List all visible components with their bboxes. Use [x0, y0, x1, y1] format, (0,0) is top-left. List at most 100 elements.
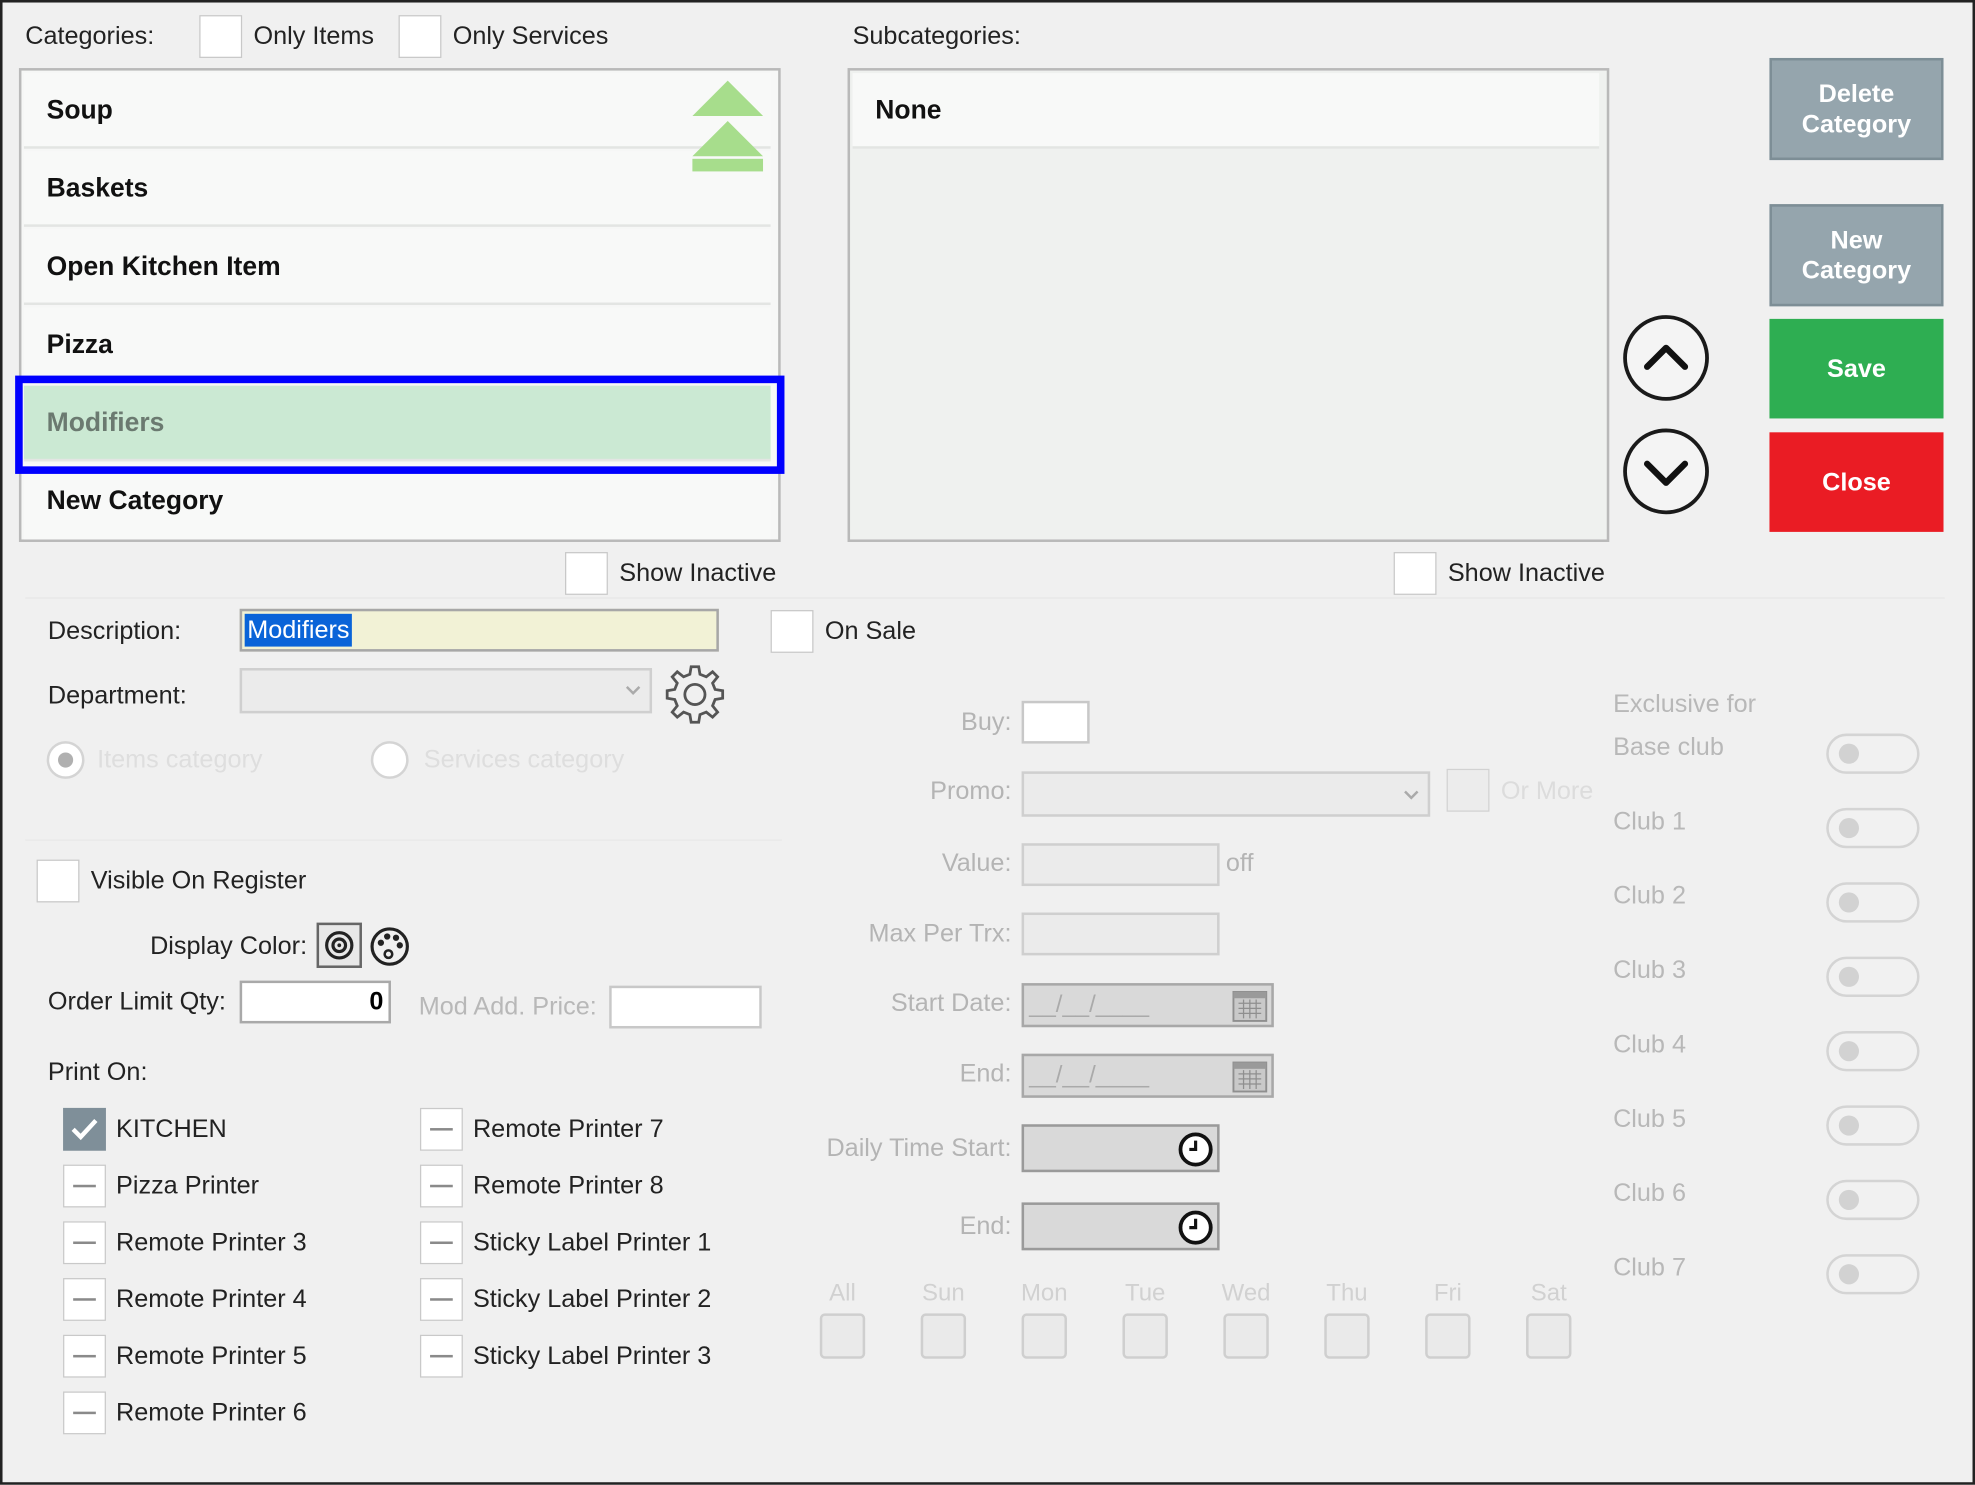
- club-toggle[interactable]: [1826, 956, 1920, 997]
- description-input[interactable]: Modifiers: [239, 608, 719, 652]
- end-date-label: End:: [959, 1059, 1012, 1088]
- buy-label: Buy:: [960, 708, 1012, 737]
- start-date-value: __/__/____: [1029, 991, 1150, 1019]
- subcategories-list[interactable]: None: [847, 68, 1610, 542]
- day-checkbox[interactable]: [819, 1313, 866, 1359]
- subcategory-row[interactable]: None: [852, 73, 1600, 149]
- delete-category-button[interactable]: Delete Category: [1769, 57, 1944, 161]
- mod-add-price-label: Mod Add. Price:: [418, 993, 597, 1021]
- start-date-input[interactable]: __/__/____: [1021, 983, 1274, 1028]
- printer-checkbox[interactable]: [419, 1107, 463, 1151]
- daily-time-start-input[interactable]: [1021, 1124, 1220, 1173]
- color-swatch[interactable]: [316, 922, 362, 968]
- category-name: Pizza: [46, 330, 113, 360]
- kitchen-checkbox[interactable]: [63, 1107, 106, 1151]
- club-label: Club 7: [1613, 1254, 1686, 1282]
- category-row[interactable]: Pizza: [23, 307, 771, 384]
- printer-label: Sticky Label Printer 2: [472, 1285, 712, 1314]
- club-label: Club 3: [1613, 956, 1686, 985]
- printer-checkbox[interactable]: [63, 1278, 106, 1321]
- day-checkbox[interactable]: [1223, 1313, 1269, 1359]
- printer-checkbox[interactable]: [419, 1221, 463, 1265]
- printer-checkbox[interactable]: [63, 1221, 106, 1265]
- only-services-checkbox[interactable]: [398, 15, 442, 58]
- printer-checkbox[interactable]: [419, 1334, 463, 1378]
- category-row[interactable]: Open Kitchen Item: [23, 229, 771, 306]
- services-category-radio[interactable]: [370, 741, 409, 779]
- category-row[interactable]: New Category: [23, 463, 771, 540]
- day-checkbox[interactable]: [1425, 1313, 1471, 1359]
- daily-time-end-input[interactable]: [1021, 1202, 1220, 1251]
- category-name: Soup: [46, 95, 113, 125]
- club-label: Club 4: [1613, 1031, 1686, 1059]
- on-sale-checkbox[interactable]: [770, 610, 814, 653]
- new-category-label: New Category: [1801, 226, 1912, 285]
- daily-time-start-label: Daily Time Start:: [826, 1134, 1012, 1163]
- only-items-checkbox[interactable]: [199, 15, 243, 58]
- category-row[interactable]: Baskets: [23, 151, 771, 227]
- items-category-label: Items category: [97, 746, 263, 774]
- max-per-trx-input[interactable]: [1021, 912, 1220, 956]
- department-select[interactable]: [239, 668, 653, 714]
- print-on-label: Print On:: [47, 1058, 148, 1087]
- day-label: Wed: [1221, 1280, 1271, 1308]
- printer-checkbox[interactable]: [63, 1391, 106, 1435]
- save-button[interactable]: Save: [1769, 318, 1944, 419]
- show-inactive-label: Show Inactive: [619, 559, 777, 588]
- club-toggle[interactable]: [1826, 882, 1920, 923]
- club-label: Club 2: [1613, 882, 1686, 911]
- club-label: Club 6: [1613, 1179, 1686, 1208]
- club-toggle[interactable]: [1826, 733, 1920, 774]
- buy-input[interactable]: [1021, 700, 1090, 744]
- move-down-button[interactable]: [1623, 428, 1709, 515]
- printer-label: Sticky Label Printer 1: [472, 1228, 712, 1257]
- day-checkbox[interactable]: [920, 1313, 967, 1359]
- printer-checkbox[interactable]: [63, 1164, 106, 1208]
- day-checkbox[interactable]: [1526, 1313, 1572, 1359]
- chevron-down-icon: [625, 686, 641, 696]
- day-checkbox[interactable]: [1021, 1313, 1067, 1359]
- clock-icon[interactable]: [1177, 1131, 1215, 1169]
- club-toggle[interactable]: [1826, 1254, 1920, 1295]
- printer-label: Remote Printer 8: [472, 1172, 664, 1200]
- club-toggle[interactable]: [1826, 1105, 1920, 1146]
- club-toggle[interactable]: [1826, 1179, 1920, 1221]
- order-limit-input[interactable]: 0: [239, 980, 391, 1024]
- club-label: Club 1: [1613, 807, 1686, 836]
- description-value: Modifiers: [244, 613, 353, 647]
- end-date-input[interactable]: __/__/____: [1021, 1053, 1274, 1098]
- day-checkbox[interactable]: [1122, 1313, 1168, 1359]
- show-inactive-subcategories-checkbox[interactable]: [1393, 552, 1437, 595]
- close-button[interactable]: Close: [1769, 432, 1944, 532]
- show-inactive-categories-checkbox[interactable]: [565, 552, 608, 595]
- promo-select[interactable]: [1021, 771, 1431, 817]
- club-toggle[interactable]: [1826, 807, 1920, 849]
- palette-icon[interactable]: [368, 925, 411, 968]
- club-label: Base club: [1613, 733, 1724, 762]
- on-sale-label: On Sale: [824, 617, 916, 646]
- clock-icon[interactable]: [1177, 1209, 1215, 1247]
- mod-add-price-input[interactable]: [609, 985, 762, 1029]
- club-toggle[interactable]: [1826, 1031, 1920, 1072]
- visible-on-register-checkbox[interactable]: [36, 859, 80, 903]
- printer-checkbox[interactable]: [419, 1164, 463, 1208]
- or-more-checkbox[interactable]: [1446, 768, 1490, 812]
- scroll-to-top-icon[interactable]: [690, 78, 766, 174]
- services-category-label: Services category: [423, 746, 625, 774]
- printer-label: Remote Printer 6: [116, 1399, 307, 1427]
- subcategory-name: None: [875, 95, 942, 125]
- day-checkbox[interactable]: [1324, 1313, 1370, 1359]
- calendar-icon[interactable]: [1231, 988, 1269, 1023]
- target-icon: [325, 931, 354, 960]
- category-row[interactable]: Soup: [23, 73, 771, 149]
- daily-time-end-label: End:: [959, 1212, 1012, 1241]
- move-up-button[interactable]: [1623, 315, 1709, 401]
- printer-checkbox[interactable]: [63, 1334, 106, 1378]
- printer-checkbox[interactable]: [419, 1278, 463, 1321]
- printer-label: Pizza Printer: [116, 1172, 260, 1200]
- items-category-radio[interactable]: [46, 741, 85, 779]
- calendar-icon[interactable]: [1231, 1059, 1269, 1094]
- gear-icon[interactable]: [663, 663, 726, 726]
- new-category-button[interactable]: New Category: [1769, 204, 1944, 307]
- value-input[interactable]: [1021, 843, 1220, 887]
